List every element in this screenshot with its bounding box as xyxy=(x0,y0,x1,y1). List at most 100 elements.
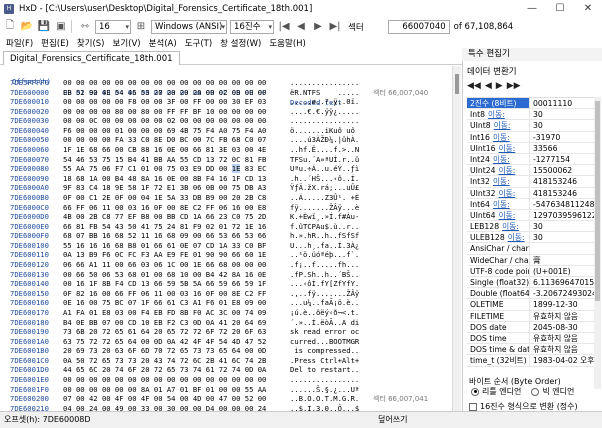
inspector-value[interactable]: 30 xyxy=(529,232,594,243)
hex-byte[interactable]: 55 xyxy=(63,164,72,173)
minimize-button[interactable]: — xyxy=(518,0,546,17)
inspector-value[interactable]: 1983-04-02 오후 xyxy=(529,355,594,366)
hex-editor-view[interactable]: Offset(h) 00 01 02 03 04 05 06 07 08 09 … xyxy=(0,66,461,411)
hex-byte[interactable]: 03 xyxy=(180,164,189,173)
maximize-button[interactable]: ☐ xyxy=(546,0,574,17)
hex-byte[interactable]: F7 xyxy=(115,164,124,173)
next-icon[interactable]: ▶ xyxy=(496,81,503,91)
menu-tools[interactable]: 도구(T) xyxy=(181,37,216,49)
inspector-row[interactable]: Single (float32) 6.113696470150 xyxy=(467,277,594,289)
hex-byte[interactable]: AA xyxy=(76,164,85,173)
inspector-row[interactable]: WideChar / char1膏 xyxy=(467,254,594,266)
menu-file[interactable]: 파일(F) xyxy=(0,37,37,49)
menu-analysis[interactable]: 분석(A) xyxy=(145,37,181,49)
inspector-row[interactable]: DOS time 유효하지 않음 xyxy=(467,332,594,345)
inspector-row[interactable]: UInt64 이동: 1297039596122 xyxy=(467,209,594,222)
inspector-value[interactable]: 유효하지 않음 xyxy=(529,310,594,321)
goto-link[interactable]: 이동: xyxy=(493,133,510,142)
menu-view[interactable]: 보기(V) xyxy=(109,37,145,49)
inspector-value[interactable]: -5476348112485 xyxy=(529,198,594,209)
hex-byte[interactable]: DD xyxy=(206,164,215,173)
inspector-row[interactable]: DOS date 2045-08-30 xyxy=(467,321,594,333)
goto-link[interactable]: 이동: xyxy=(499,189,516,198)
charset-select[interactable]: Windows (ANSI) ▾ xyxy=(151,19,227,34)
inspector-value[interactable]: 15500062 xyxy=(529,165,594,176)
inspector-value[interactable]: -31970 xyxy=(529,131,594,142)
inspector-value[interactable]: 418153246 xyxy=(529,187,594,198)
menu-edit[interactable]: 편집(E) xyxy=(37,37,73,49)
hex-byte[interactable]: E9 xyxy=(193,164,202,173)
hex-byte[interactable]: 83 xyxy=(245,164,254,173)
inspector-row[interactable]: DOS time & date 유효하지 않음 xyxy=(467,344,594,356)
save-icon[interactable]: 💾 xyxy=(37,20,51,34)
inspector-value[interactable]: 30 xyxy=(529,221,594,232)
save-all-icon[interactable]: ▣ xyxy=(54,20,68,34)
last-icon[interactable]: ▶▶ xyxy=(507,81,521,91)
next-sector-icon[interactable]: ▶ xyxy=(311,20,325,34)
inspector-row[interactable]: ULEB128 이동: 30 xyxy=(467,232,594,244)
prev-sector-icon[interactable]: ◀ xyxy=(294,20,308,34)
scrollbar-thumb[interactable] xyxy=(455,74,459,94)
inspector-value[interactable]: 418153246 xyxy=(529,176,594,187)
goto-link[interactable]: 이동: xyxy=(508,233,525,242)
inspector-scrollbar[interactable] xyxy=(594,97,601,389)
inspector-value[interactable]: 膏 xyxy=(529,254,594,265)
inspector-value[interactable]: -3.206724930243 xyxy=(529,288,594,299)
big-endian-radio[interactable]: 빅 엔디언 xyxy=(531,386,574,397)
inspector-row[interactable]: AnsiChar / char8 xyxy=(467,243,594,255)
inspector-value[interactable]: 유효하지 않음 xyxy=(529,344,594,355)
inspector-row[interactable]: UInt24 이동: 15500062 xyxy=(467,165,594,177)
goto-link[interactable]: 이동: xyxy=(493,200,510,209)
little-endian-radio[interactable]: 리틀 엔디언 xyxy=(471,386,521,397)
inspector-row[interactable]: Int8 이동: 30 xyxy=(467,109,594,121)
inspector-value[interactable]: 33566 xyxy=(529,142,594,153)
offset-base-select[interactable]: 16진수 ▾ xyxy=(230,19,274,34)
inspector-row[interactable]: FILETIME 유효하지 않음 xyxy=(467,310,594,322)
inspector-row[interactable]: UInt8 이동: 30 xyxy=(467,120,594,132)
hex-byte[interactable]: C1 xyxy=(128,164,137,173)
inspector-value[interactable]: -1277154 xyxy=(529,153,594,165)
inspector-value[interactable]: 30 xyxy=(529,109,594,120)
inspector-value[interactable]: 30 xyxy=(529,120,594,131)
new-file-icon[interactable]: 🗋 xyxy=(3,20,17,34)
hex-byte[interactable]: 75 xyxy=(89,164,98,173)
hex-byte[interactable]: 00 xyxy=(219,164,228,173)
inspector-value[interactable]: 1899-12-30 xyxy=(529,299,594,310)
tab-data-inspector[interactable]: 데이터 변환기 xyxy=(467,65,517,77)
hex-byte[interactable]: 01 xyxy=(141,164,150,173)
inspector-row[interactable]: Int16 이동: -31970 xyxy=(467,131,594,143)
goto-link[interactable]: 이동: xyxy=(488,110,505,119)
hex-byte[interactable]: 1E xyxy=(231,164,241,174)
menu-search[interactable]: 찾기(S) xyxy=(73,37,109,49)
goto-link[interactable]: 이동: xyxy=(499,211,516,220)
row-decoded-text[interactable]: ..$.I.3.0..Ô...$ xyxy=(290,404,359,411)
prev-icon[interactable]: ◀ xyxy=(485,81,492,91)
inspector-value[interactable]: 1297039596122 xyxy=(529,209,594,221)
inspector-row[interactable]: Double (float64)-3.206724930243 xyxy=(467,288,594,300)
hex-byte[interactable]: 75 xyxy=(167,164,176,173)
inspector-row[interactable]: OLETIME 1899-12-30 xyxy=(467,299,594,311)
inspector-value[interactable]: 2045-08-30 xyxy=(529,321,594,332)
sector-input[interactable]: 66007040 xyxy=(387,19,450,34)
inspector-value[interactable]: 00011110 xyxy=(529,98,594,109)
first-sector-icon[interactable]: |◀ xyxy=(277,20,291,34)
inspector-row[interactable]: Int32 이동: 418153246 xyxy=(467,176,594,188)
first-icon[interactable]: ◀◀ xyxy=(467,81,481,91)
menu-help[interactable]: 도움말(H) xyxy=(265,37,309,49)
inspector-row[interactable]: time_t (32비트) 1983-04-02 오후 xyxy=(467,355,594,367)
open-folder-icon[interactable]: 📂 xyxy=(20,20,34,34)
inspector-row[interactable]: LEB128 이동: 30 xyxy=(467,221,594,233)
inspector-row[interactable]: UInt16 이동: 33566 xyxy=(467,142,594,154)
scrollbar-thumb[interactable] xyxy=(595,101,600,301)
bytes-per-row-select[interactable]: 16 ▾ xyxy=(95,19,131,34)
hex-byte[interactable]: 00 xyxy=(154,164,163,173)
goto-link[interactable]: 이동: xyxy=(493,155,510,164)
hex-byte[interactable]: EC xyxy=(258,164,267,173)
inspector-value[interactable] xyxy=(529,243,594,254)
close-button[interactable]: ✕ xyxy=(574,0,602,17)
inspector-value[interactable]: 유효하지 않음 xyxy=(529,332,594,344)
inspector-value[interactable]: 6.113696470150 xyxy=(529,277,594,288)
goto-link[interactable]: 이동: xyxy=(493,177,510,186)
hex-byte[interactable]: 06 xyxy=(102,164,111,173)
goto-link[interactable]: 이동: xyxy=(502,222,519,231)
